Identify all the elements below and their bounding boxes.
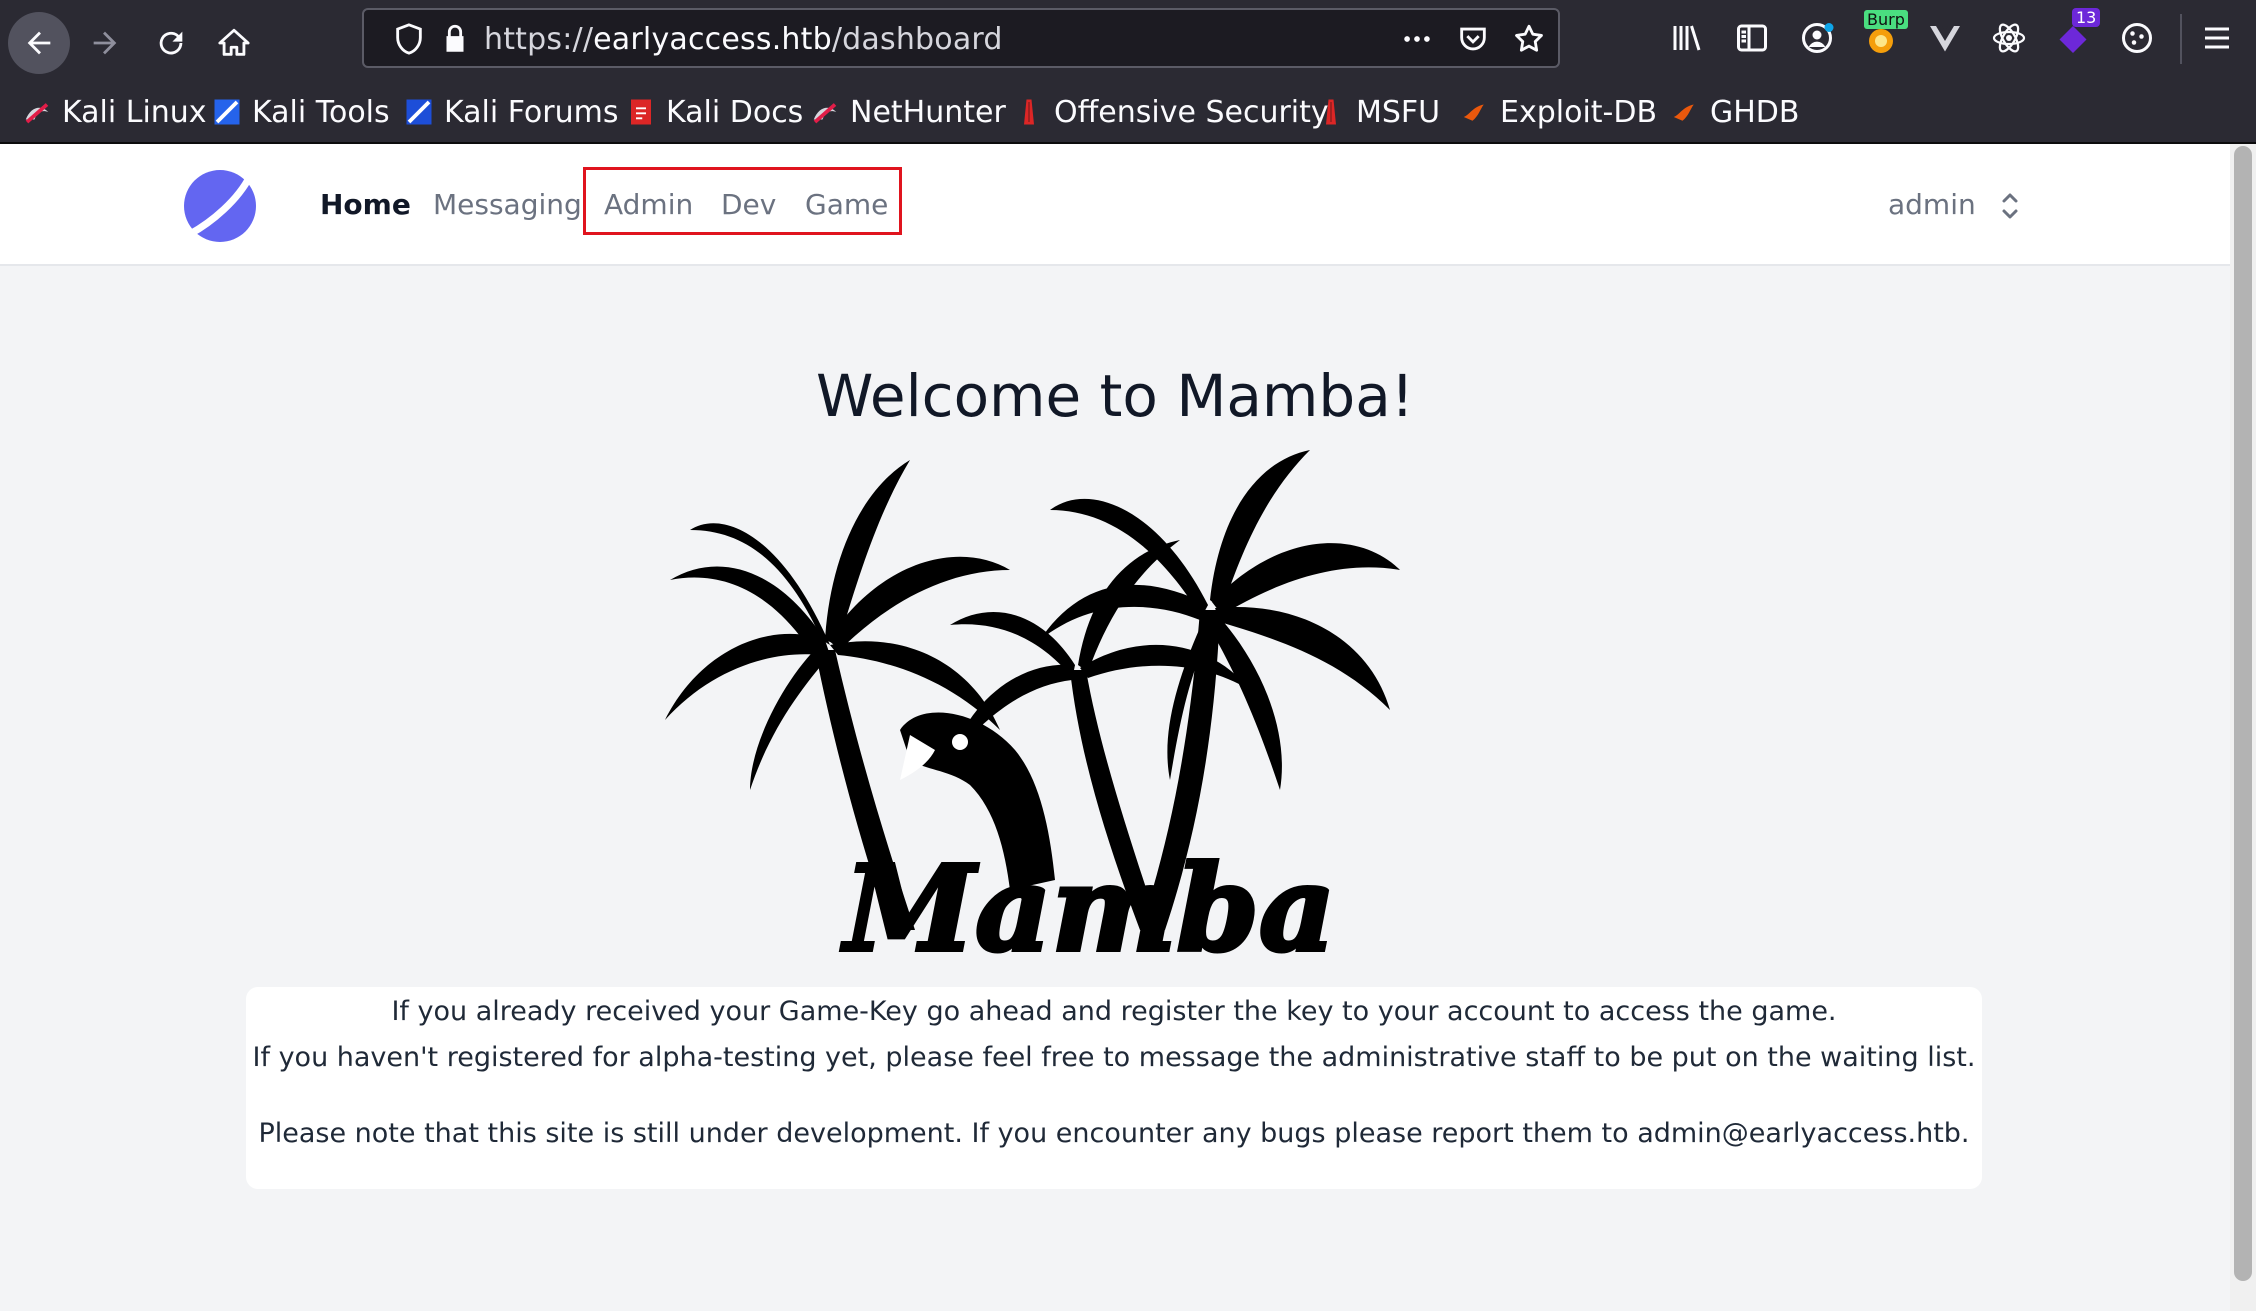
info-card: If you already received your Game-Key go… <box>246 987 1982 1189</box>
burp-badge: Burp <box>1864 10 1908 29</box>
site-navbar: Home Messaging Admin Dev Game admin <box>0 144 2230 266</box>
address-bar[interactable]: https://earlyaccess.htb/dashboard <box>362 8 1560 68</box>
library-icon <box>1673 25 1701 51</box>
arrow-right-icon <box>93 31 117 55</box>
bookmark-label: Kali Linux <box>62 94 207 130</box>
offsec-icon <box>1024 99 1034 125</box>
sidebar-icon <box>1737 24 1767 52</box>
bookmark-label: Offensive Security <box>1054 94 1329 130</box>
home-button[interactable] <box>203 12 265 74</box>
msfu-icon <box>1326 99 1336 125</box>
bookmark-label: Kali Forums <box>444 94 619 130</box>
kali-dragon-icon <box>25 103 49 124</box>
bookmark-label: Kali Tools <box>252 94 390 130</box>
vue-logo-icon <box>1930 26 1960 52</box>
highlight-annotation <box>583 167 902 235</box>
bookmark-offensive-security[interactable]: Offensive Security <box>1014 90 1329 134</box>
bookmark-label: GHDB <box>1710 94 1800 130</box>
react-devtools-button[interactable] <box>1988 16 2030 60</box>
url-text[interactable]: https://earlyaccess.htb/dashboard <box>484 22 1003 57</box>
bookmark-ghdb[interactable]: GHDB <box>1670 90 1800 134</box>
bookmark-label: Kali Docs <box>666 94 804 130</box>
arrow-left-icon <box>27 31 51 55</box>
welcome-heading: Welcome to Mamba! <box>815 362 1415 430</box>
extension-badge: 13 <box>2072 8 2101 27</box>
bookmarks-bar: Kali Linux Kali Tools Kali Forums Kali D… <box>0 84 2256 142</box>
bookmark-msfu[interactable]: MSFU <box>1316 90 1440 134</box>
site-logo-icon[interactable] <box>182 168 258 244</box>
burp-extension-button[interactable]: Burp <box>1860 10 1908 60</box>
extension-counter-button[interactable]: 13 <box>2052 8 2101 60</box>
account-button[interactable] <box>1796 16 1838 60</box>
bookmark-label: NetHunter <box>850 94 1006 130</box>
app-menu-button[interactable] <box>2196 16 2238 60</box>
forward-button[interactable] <box>74 12 136 74</box>
kali-tools-icon <box>214 99 240 125</box>
info-line-registration: If you haven't registered for alpha-test… <box>252 1042 1976 1073</box>
library-button[interactable] <box>1666 16 1708 60</box>
mamba-palm-logo: Mamba <box>665 450 1400 955</box>
toolbar-divider <box>2180 14 2182 64</box>
home-icon <box>218 28 250 56</box>
chevron-up-down-icon[interactable] <box>1998 188 2022 224</box>
info-line-game-key: If you already received your Game-Key go… <box>391 996 1837 1027</box>
react-atom-icon <box>1992 23 2026 53</box>
sidebar-button[interactable] <box>1731 16 1773 60</box>
url-path: /dashboard <box>831 22 1003 57</box>
page-scrollbar[interactable] <box>2230 144 2256 1311</box>
mamba-wordmark: Mamba <box>841 839 1336 955</box>
url-scheme: https:// <box>484 22 594 57</box>
nethunter-icon <box>813 103 837 124</box>
bookmark-exploit-db[interactable]: Exploit-DB <box>1460 90 1657 134</box>
reload-button[interactable] <box>140 12 202 74</box>
reload-icon <box>159 31 183 55</box>
bookmark-kali-tools[interactable]: Kali Tools <box>212 90 390 134</box>
nav-home[interactable]: Home <box>320 188 411 221</box>
scrollbar-thumb[interactable] <box>2234 146 2252 1281</box>
user-menu[interactable]: admin <box>1888 188 1976 221</box>
bookmark-nethunter[interactable]: NetHunter <box>810 90 1006 134</box>
bookmark-label: Exploit-DB <box>1500 94 1658 130</box>
pocket-icon[interactable] <box>1456 22 1490 56</box>
back-button[interactable] <box>8 12 70 74</box>
exploitdb-icon <box>1463 104 1484 121</box>
bookmark-kali-forums[interactable]: Kali Forums <box>404 90 618 134</box>
info-line-development-notice: Please note that this site is still unde… <box>258 1118 1970 1149</box>
bookmark-kali-linux[interactable]: Kali Linux <box>22 90 207 134</box>
cookie-icon <box>2122 23 2152 53</box>
bookmark-star-icon[interactable] <box>1512 22 1546 56</box>
bookmark-label: MSFU <box>1356 94 1441 130</box>
account-icon <box>1802 23 1834 53</box>
bookmark-kali-docs[interactable]: Kali Docs <box>626 90 803 134</box>
hamburger-menu-icon <box>2205 27 2229 49</box>
ghdb-icon <box>1673 104 1694 121</box>
shield-icon[interactable] <box>392 22 426 56</box>
page-actions-icon[interactable] <box>1400 22 1434 56</box>
kali-forums-icon <box>406 99 432 125</box>
browser-toolbar: https://earlyaccess.htb/dashboard Burp 1… <box>0 0 2256 84</box>
nav-messaging[interactable]: Messaging <box>433 188 582 221</box>
kali-docs-icon <box>631 99 651 125</box>
url-host: earlyaccess.htb <box>593 22 832 57</box>
vue-devtools-button[interactable] <box>1924 16 1966 60</box>
cookie-extension-button[interactable] <box>2116 16 2158 60</box>
lock-icon[interactable] <box>438 22 472 56</box>
